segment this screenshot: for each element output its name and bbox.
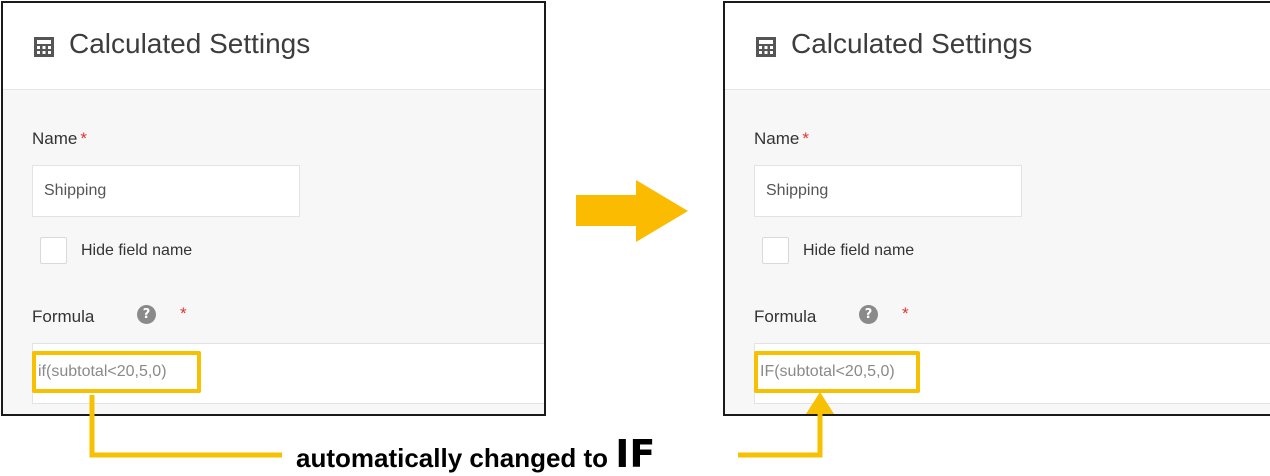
caption-emphasis: IF: [615, 432, 656, 476]
up-arrowhead-icon: [806, 392, 834, 414]
annotation-caption: automatically changed to IF: [296, 432, 656, 476]
annotation-connector: [89, 392, 834, 458]
